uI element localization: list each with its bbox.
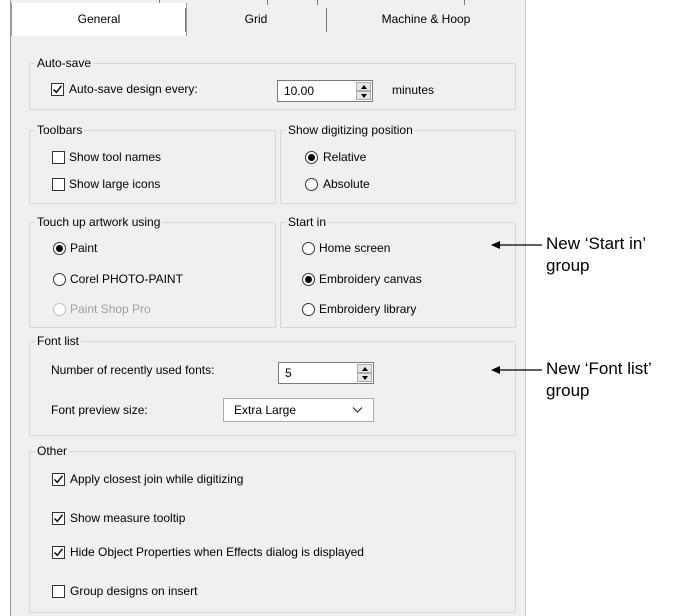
tab-bar: General Grid Machine & Hoop xyxy=(11,0,525,38)
toolbars-legend: Toolbars xyxy=(35,123,85,137)
corel-photo-paint-radio[interactable] xyxy=(53,273,66,286)
font-list-legend: Font list xyxy=(35,334,82,348)
font-preview-size-select[interactable]: Extra Large xyxy=(223,398,374,422)
tab-grid-label: Grid xyxy=(244,12,268,26)
hide-object-properties-label: Hide Object Properties when Effects dial… xyxy=(70,545,364,559)
start-in-callout: New ‘Start in’ group xyxy=(546,233,646,277)
toolbars-group: Toolbars xyxy=(29,123,276,204)
tab-machine-hoop[interactable]: Machine & Hoop xyxy=(327,3,525,36)
font-list-callout-arrow xyxy=(491,366,542,374)
paint-shop-pro-radio xyxy=(53,303,66,316)
recent-fonts-label: Number of recently used fonts: xyxy=(51,363,215,377)
check-icon xyxy=(54,514,64,523)
show-measure-tooltip-checkbox[interactable] xyxy=(52,512,65,525)
autosave-label: Auto-save design every: xyxy=(69,82,198,96)
check-icon xyxy=(54,548,64,557)
spinner-buttons xyxy=(356,82,371,100)
font-preview-size-value: Extra Large xyxy=(234,403,297,417)
show-tool-names-checkbox[interactable] xyxy=(52,151,65,164)
check-icon xyxy=(53,85,63,94)
hide-object-properties-checkbox[interactable] xyxy=(52,546,65,559)
absolute-label: Absolute xyxy=(323,177,370,191)
start-in-callout-arrow xyxy=(491,241,542,249)
autosave-unit: minutes xyxy=(392,83,435,97)
group-designs-checkbox[interactable] xyxy=(52,585,65,598)
apply-closest-join-label: Apply closest join while digitizing xyxy=(70,472,244,486)
font-preview-size-label: Font preview size: xyxy=(51,403,148,417)
embroidery-library-label: Embroidery library xyxy=(319,302,417,316)
embroidery-canvas-label: Embroidery canvas xyxy=(319,272,422,286)
home-screen-radio[interactable] xyxy=(302,242,315,255)
spinner-buttons xyxy=(357,364,372,382)
paint-radio[interactable] xyxy=(53,242,66,255)
spin-up-button[interactable] xyxy=(357,364,372,373)
paint-shop-pro-label: Paint Shop Pro xyxy=(70,302,151,316)
embroidery-library-radio[interactable] xyxy=(302,303,315,316)
start-in-legend: Start in xyxy=(286,215,329,229)
relative-radio[interactable] xyxy=(305,151,318,164)
corel-photo-paint-label: Corel PHOTO-PAINT xyxy=(70,272,183,286)
digitizing-position-group: Show digitizing position xyxy=(280,123,516,204)
font-list-callout-line1: New ‘Font list’ xyxy=(546,359,652,378)
digitizing-position-legend: Show digitizing position xyxy=(286,123,415,137)
autosave-checkbox[interactable] xyxy=(51,83,64,96)
chevron-down-icon xyxy=(352,407,363,413)
show-measure-tooltip-label: Show measure tooltip xyxy=(70,511,186,525)
apply-closest-join-checkbox[interactable] xyxy=(52,473,65,486)
start-in-callout-line2: group xyxy=(546,256,590,275)
show-tool-names-label: Show tool names xyxy=(69,150,162,164)
tab-machine-hoop-label: Machine & Hoop xyxy=(381,12,471,26)
spin-down-button[interactable] xyxy=(356,91,371,100)
group-designs-label: Group designs on insert xyxy=(70,584,198,598)
spin-up-button[interactable] xyxy=(356,82,371,91)
other-legend: Other xyxy=(35,444,70,458)
home-screen-label: Home screen xyxy=(319,241,391,255)
touch-up-legend: Touch up artwork using xyxy=(35,215,163,229)
show-large-icons-label: Show large icons xyxy=(69,177,161,191)
paint-label: Paint xyxy=(70,241,98,255)
tab-grid[interactable]: Grid xyxy=(186,3,326,36)
recent-fonts-spinner[interactable] xyxy=(278,362,374,384)
tab-general[interactable]: General xyxy=(11,3,187,36)
autosave-minutes-input[interactable] xyxy=(278,81,354,101)
absolute-radio[interactable] xyxy=(305,178,318,191)
panel-border-right xyxy=(525,0,526,616)
tab-general-label: General xyxy=(77,12,121,26)
check-icon xyxy=(54,475,64,484)
autosave-minutes-spinner[interactable] xyxy=(277,80,373,102)
font-list-callout: New ‘Font list’ group xyxy=(546,358,652,402)
autosave-legend: Auto-save xyxy=(35,56,94,70)
recent-fonts-input[interactable] xyxy=(279,363,355,383)
embroidery-canvas-radio[interactable] xyxy=(302,273,315,286)
spin-down-button[interactable] xyxy=(357,373,372,382)
show-large-icons-checkbox[interactable] xyxy=(52,178,65,191)
font-list-callout-line2: group xyxy=(546,381,590,400)
start-in-callout-line1: New ‘Start in’ xyxy=(546,234,647,253)
panel-border-left xyxy=(10,0,11,616)
relative-label: Relative xyxy=(323,150,367,164)
